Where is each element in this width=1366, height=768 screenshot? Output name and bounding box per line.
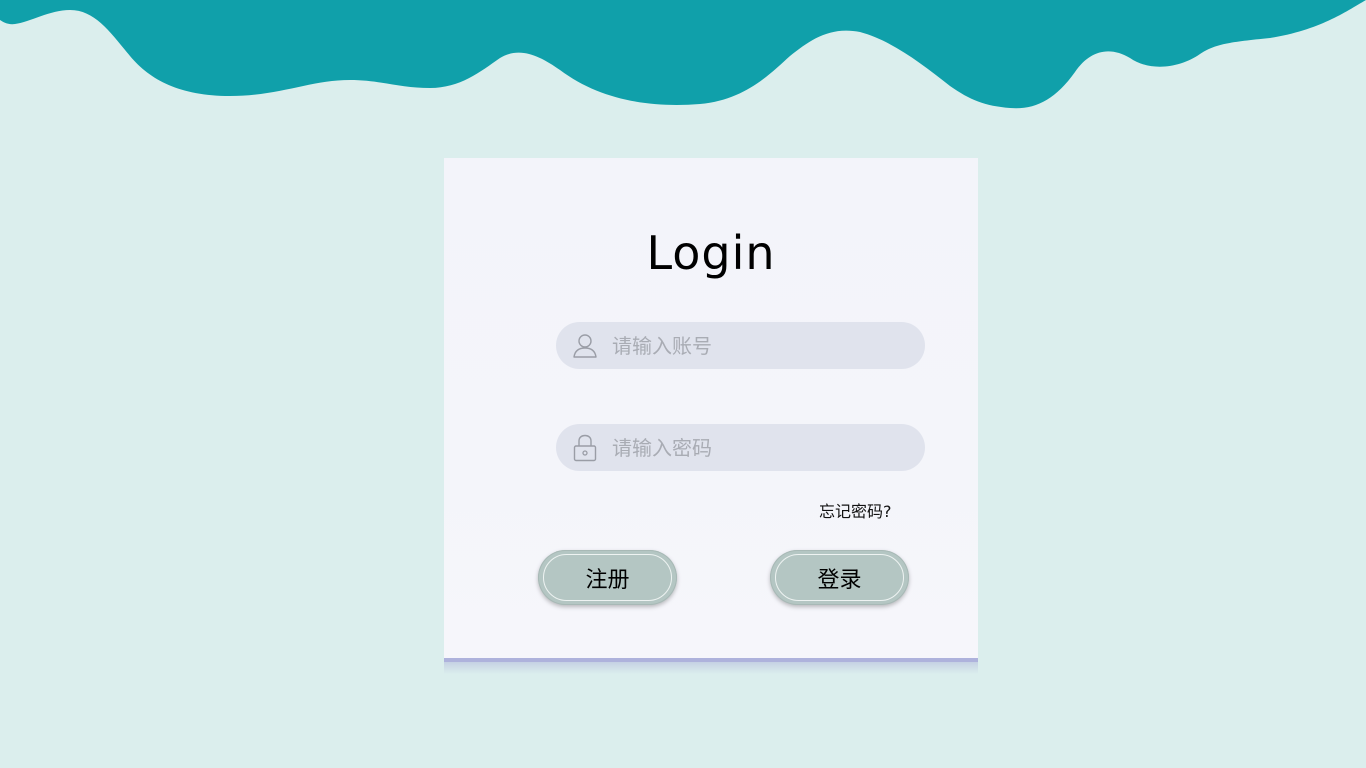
- login-title: Login: [646, 226, 776, 280]
- user-icon: [572, 332, 598, 360]
- account-input[interactable]: [612, 322, 912, 369]
- password-field[interactable]: [556, 424, 925, 471]
- forgot-password-link[interactable]: 忘记密码?: [819, 498, 892, 522]
- login-button[interactable]: 登录: [770, 550, 909, 605]
- header-wave-decoration: [0, 0, 1366, 109]
- lock-icon: [572, 434, 598, 462]
- card-bottom-shadow: [444, 662, 978, 674]
- password-input[interactable]: [612, 424, 912, 471]
- register-button[interactable]: 注册: [538, 550, 677, 605]
- account-field[interactable]: [556, 322, 925, 369]
- register-button-label: 注册: [543, 554, 672, 601]
- login-button-label: 登录: [775, 554, 904, 601]
